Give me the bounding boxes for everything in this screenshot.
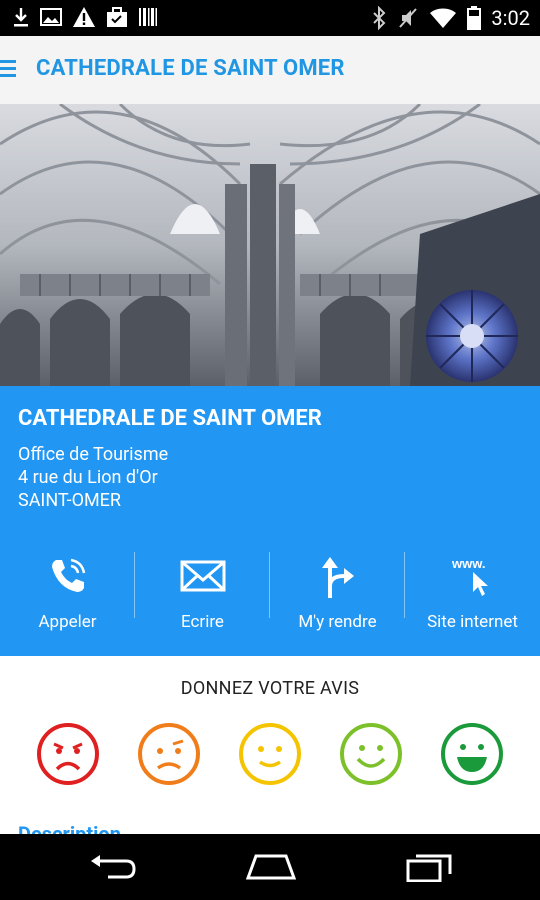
battery-icon: [467, 6, 482, 30]
navigation-bar: [0, 834, 540, 900]
app-bar: CATHEDRALE DE SAINT OMER: [0, 36, 540, 105]
laughing-face-icon[interactable]: [440, 722, 504, 786]
address-line-1: Office de Tourisme: [18, 444, 169, 465]
rating-heading: DONNEZ VOTRE AVIS: [180, 678, 360, 699]
page-title: CATHEDRALE DE SAINT OMER: [36, 56, 345, 81]
email-button[interactable]: Ecrire: [135, 550, 270, 640]
download-icon: [14, 8, 28, 27]
status-clock: 3:02: [491, 6, 530, 30]
website-button[interactable]: www. Site internet: [405, 550, 540, 640]
home-icon[interactable]: [244, 852, 298, 882]
cathedral-interior-image: [0, 104, 540, 386]
phone-icon: [51, 558, 85, 592]
place-title: CATHEDRALE DE SAINT OMER: [18, 406, 322, 431]
place-info-panel: CATHEDRALE DE SAINT OMER Office de Touri…: [0, 386, 540, 656]
address-line-2: 4 rue du Lion d'Or: [18, 467, 158, 488]
recent-apps-icon[interactable]: [404, 852, 456, 882]
image-icon: [40, 8, 62, 26]
call-label: Appeler: [38, 612, 97, 632]
warning-icon: [73, 7, 95, 27]
sad-face-icon[interactable]: [137, 722, 201, 786]
cathedral-photo[interactable]: [0, 104, 540, 386]
mute-icon: [399, 8, 418, 28]
barcode-icon: [139, 8, 157, 26]
section-title: Description: [18, 822, 121, 834]
www-icon: www.: [451, 556, 488, 596]
rating-options: [0, 722, 540, 788]
back-icon[interactable]: [88, 852, 138, 882]
status-bar: 3:02: [0, 0, 540, 36]
directions-button[interactable]: M'y rendre: [270, 550, 405, 640]
angry-face-icon[interactable]: [36, 722, 100, 786]
neutral-smile-icon[interactable]: [238, 722, 302, 786]
menu-icon[interactable]: [0, 58, 16, 78]
wifi-icon: [430, 8, 457, 28]
website-label: Site internet: [427, 612, 518, 632]
envelope-icon: [180, 560, 225, 592]
happy-face-icon[interactable]: [339, 722, 403, 786]
action-bar: Appeler Ecrire M'y rendre www. Site inte…: [0, 550, 540, 640]
briefcase-icon: [107, 7, 127, 27]
directions-label: M'y rendre: [298, 612, 377, 632]
call-button[interactable]: Appeler: [0, 550, 135, 640]
svg-text:www.: www.: [451, 556, 485, 571]
bluetooth-icon: [373, 6, 386, 30]
address-line-3: SAINT-OMER: [18, 490, 122, 511]
email-label: Ecrire: [181, 612, 224, 632]
directions-icon: [321, 557, 354, 598]
